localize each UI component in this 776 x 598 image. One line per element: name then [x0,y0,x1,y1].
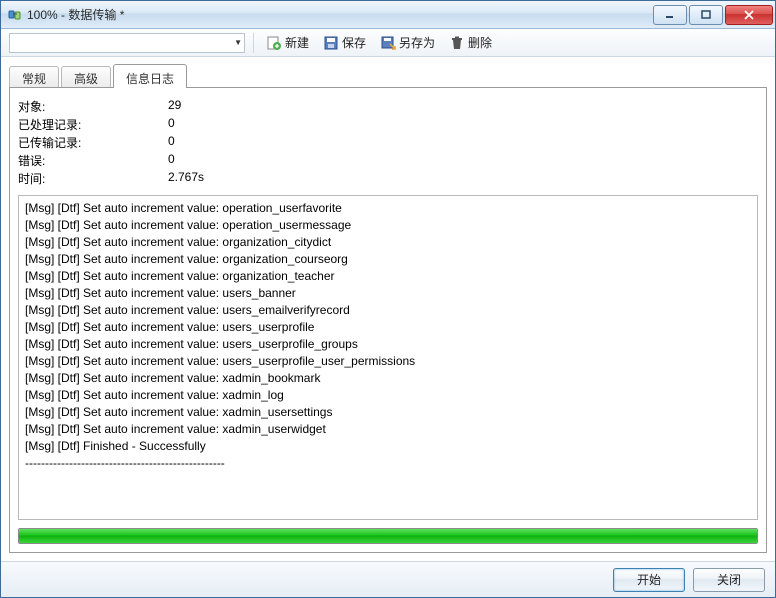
saveas-button[interactable]: 另存为 [376,32,439,53]
window-controls [653,5,773,25]
tab-strip: 常规 高级 信息日志 [9,63,767,87]
toolbar: ▼ 新建 保存 另存为 删除 [1,29,775,57]
close-window-button[interactable] [725,5,773,25]
value-errors: 0 [168,152,758,169]
chevron-down-icon: ▼ [234,38,242,47]
window-title: 100% - 数据传输 * [27,6,124,23]
log-textarea[interactable]: [Msg] [Dtf] Set auto increment value: op… [18,195,758,520]
tab-log[interactable]: 信息日志 [113,64,187,88]
delete-label: 删除 [468,34,492,51]
saveas-label: 另存为 [399,34,435,51]
label-object: 对象: [18,98,168,115]
content-area: 常规 高级 信息日志 对象: 29 已处理记录: 0 已传输记录: 0 错误: … [1,57,775,561]
app-window: 100% - 数据传输 * ▼ 新建 [0,0,776,598]
tab-advanced[interactable]: 高级 [61,66,111,87]
save-label: 保存 [342,34,366,51]
stats-grid: 对象: 29 已处理记录: 0 已传输记录: 0 错误: 0 时间: 2.767… [18,98,758,187]
minimize-button[interactable] [653,5,687,25]
tab-panel-log: 对象: 29 已处理记录: 0 已传输记录: 0 错误: 0 时间: 2.767… [9,87,767,553]
separator [253,33,254,53]
progress-fill [19,529,757,543]
label-transferred: 已传输记录: [18,134,168,151]
label-processed: 已处理记录: [18,116,168,133]
trash-icon [449,35,465,51]
value-object: 29 [168,98,758,115]
new-icon [266,35,282,51]
new-label: 新建 [285,34,309,51]
maximize-button[interactable] [689,5,723,25]
delete-button[interactable]: 删除 [445,32,496,53]
progress-bar [18,528,758,544]
titlebar: 100% - 数据传输 * [1,1,775,29]
label-time: 时间: [18,170,168,187]
app-icon [7,7,23,23]
value-processed: 0 [168,116,758,133]
start-button[interactable]: 开始 [613,568,685,592]
new-button[interactable]: 新建 [262,32,313,53]
save-button[interactable]: 保存 [319,32,370,53]
label-errors: 错误: [18,152,168,169]
close-button[interactable]: 关闭 [693,568,765,592]
value-time: 2.767s [168,170,758,187]
tab-general[interactable]: 常规 [9,66,59,87]
profile-combo[interactable]: ▼ [9,33,245,53]
save-icon [323,35,339,51]
saveas-icon [380,35,396,51]
value-transferred: 0 [168,134,758,151]
footer: 开始 关闭 [1,561,775,597]
